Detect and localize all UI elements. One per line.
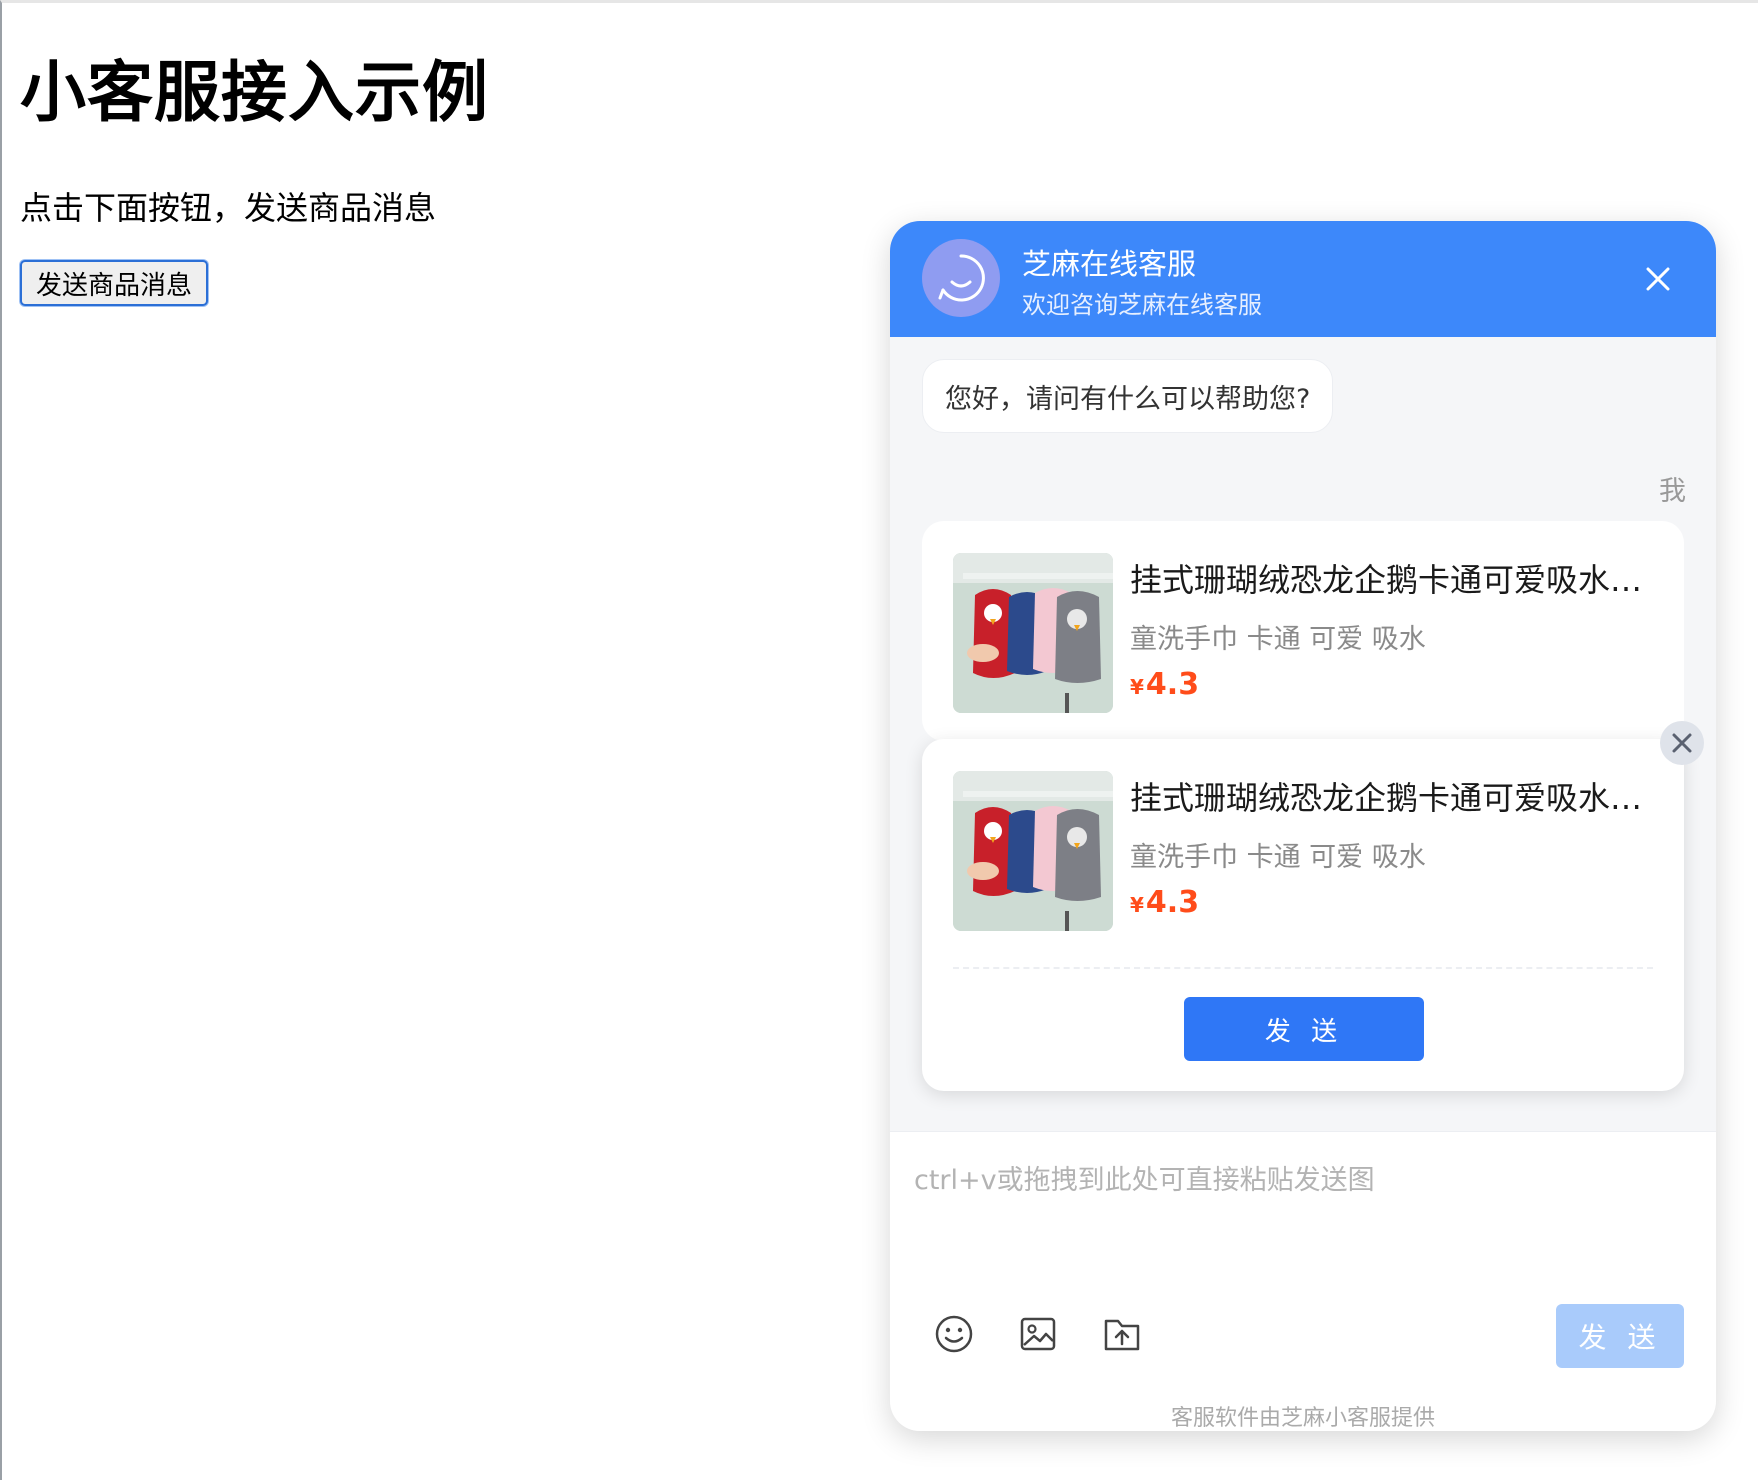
pending-product-card: 挂式珊瑚绒恐龙企鹅卡通可爱吸水儿童洗手巾 童洗手巾 卡通 可爱 吸水 ¥4.3 … [922, 739, 1684, 1091]
image-icon [1020, 1317, 1056, 1351]
product-image [953, 771, 1113, 931]
product-title: 挂式珊瑚绒恐龙企鹅卡通可爱吸水儿童洗手巾 [1130, 561, 1650, 599]
emoji-button[interactable] [932, 1312, 976, 1356]
message-input[interactable] [912, 1156, 1696, 1270]
page: 小客服接入示例 点击下面按钮，发送商品消息 发送商品消息 芝麻在线客服 欢迎咨询… [0, 0, 1758, 1480]
send-product-button[interactable]: 发 送 [1184, 997, 1424, 1061]
price-currency: ¥ [1130, 893, 1144, 917]
price-currency: ¥ [1130, 675, 1144, 699]
price-value: 4.3 [1145, 885, 1200, 920]
image-upload-button[interactable] [1016, 1312, 1060, 1356]
file-upload-button[interactable] [1100, 1312, 1144, 1356]
close-icon [1646, 267, 1670, 291]
welcome-message: 您好，请问有什么可以帮助您? [922, 359, 1334, 433]
close-chat-button[interactable] [1638, 259, 1678, 299]
message-input-area: 发 送 客服软件由芝麻小客服提供 [890, 1131, 1716, 1431]
product-tags: 童洗手巾 卡通 可爱 吸水 [1130, 624, 1426, 655]
header-title: 芝麻在线客服 [1022, 247, 1197, 281]
sender-label: 我 [1659, 476, 1686, 507]
emoji-icon [935, 1315, 973, 1353]
smile-chat-icon [938, 254, 985, 302]
product-image [953, 553, 1113, 713]
page-title: 小客服接入示例 [20, 54, 489, 131]
close-icon [1672, 733, 1692, 753]
product-tags: 童洗手巾 卡通 可爱 吸水 [1130, 842, 1426, 873]
chat-header: 芝麻在线客服 欢迎咨询芝麻在线客服 [890, 221, 1716, 337]
card-divider [953, 967, 1653, 969]
product-price: ¥4.3 [1130, 885, 1199, 920]
file-upload-icon [1104, 1319, 1140, 1351]
price-value: 4.3 [1145, 667, 1200, 702]
product-price: ¥4.3 [1130, 667, 1199, 702]
agent-avatar [922, 239, 1000, 317]
product-title: 挂式珊瑚绒恐龙企鹅卡通可爱吸水儿童洗手巾 [1130, 779, 1650, 817]
page-description: 点击下面按钮，发送商品消息 [20, 189, 437, 227]
send-button[interactable]: 发 送 [1556, 1304, 1684, 1368]
product-message-card[interactable]: 挂式珊瑚绒恐龙企鹅卡通可爱吸水儿童洗手巾 童洗手巾 卡通 可爱 吸水 ¥4.3 [922, 521, 1684, 741]
dismiss-product-card-button[interactable] [1660, 721, 1704, 765]
powered-by-footer: 客服软件由芝麻小客服提供 [1170, 1406, 1435, 1431]
send-product-message-button[interactable]: 发送商品消息 [20, 260, 209, 306]
chat-widget: 芝麻在线客服 欢迎咨询芝麻在线客服 您好，请问有什么可以帮助您? 我 挂式珊瑚绒… [890, 221, 1716, 1431]
header-subtitle: 欢迎咨询芝麻在线客服 [1022, 291, 1262, 319]
